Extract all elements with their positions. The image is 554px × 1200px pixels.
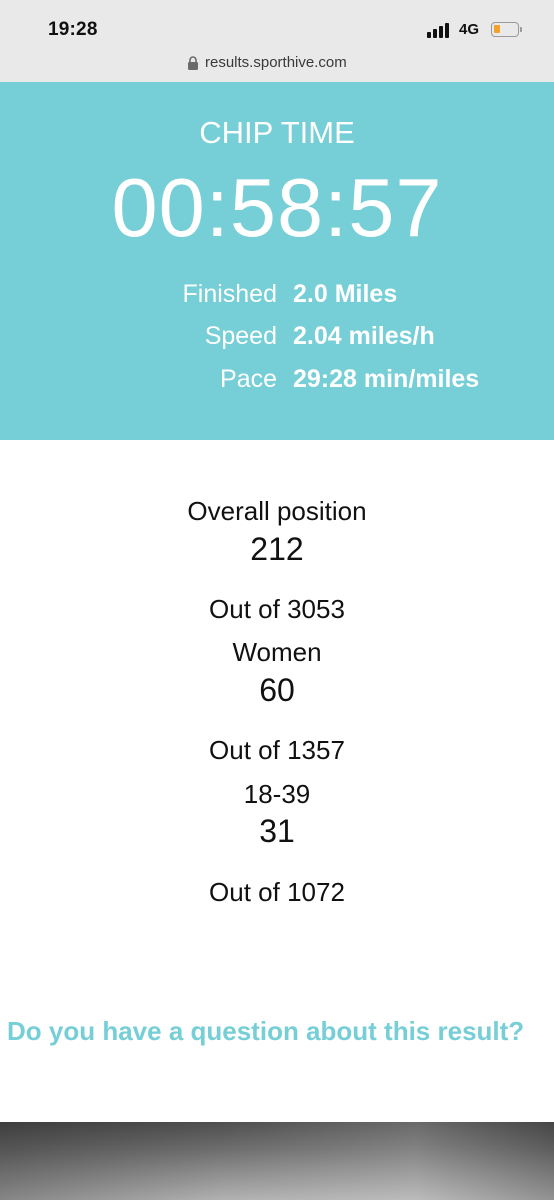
position-value-women: 60 — [259, 672, 295, 708]
position-out-of-age-group: Out of 1072 — [209, 877, 345, 907]
position-label-overall: Overall position — [187, 496, 367, 526]
position-label-women: Women — [232, 637, 322, 667]
stat-label: Pace — [220, 365, 277, 393]
stat-value: 29:28 min/miles — [293, 365, 480, 393]
cellular-signal-icon — [427, 22, 453, 38]
battery-tip — [520, 27, 522, 32]
chip-time-label: CHIP TIME — [199, 115, 355, 150]
position-out-of-overall: Out of 3053 — [209, 594, 345, 624]
question-link[interactable]: Do you have a question about this result… — [7, 1016, 554, 1047]
position-value-age-group: 31 — [259, 813, 295, 849]
url-bar[interactable]: results.sporthive.com — [0, 46, 554, 82]
status-bar: 19:28 4G — [0, 0, 554, 46]
lock-icon — [188, 56, 198, 70]
stat-value: 2.04 miles/h — [293, 322, 435, 350]
stat-row-speed: Speed 2.04 miles/h — [0, 322, 554, 356]
status-time: 19:28 — [48, 19, 98, 40]
position-label-age-group: 18-39 — [243, 779, 311, 809]
background-photo — [0, 1122, 554, 1200]
chip-time-panel: CHIP TIME 00:58:57 Finished 2.0 Miles Sp… — [0, 82, 554, 440]
network-type: 4G — [459, 21, 480, 38]
stat-label: Finished — [182, 280, 278, 308]
stat-value: 2.0 Miles — [293, 280, 398, 308]
battery-icon — [491, 22, 519, 37]
stat-label: Speed — [204, 322, 277, 350]
stat-row-pace: Pace 29:28 min/miles — [0, 365, 554, 399]
chip-time-value: 00:58:57 — [111, 161, 443, 254]
position-value-overall: 212 — [250, 531, 304, 567]
stat-row-finished: Finished 2.0 Miles — [0, 280, 554, 314]
position-out-of-women: Out of 1357 — [209, 735, 345, 765]
url-text[interactable]: results.sporthive.com — [205, 54, 347, 71]
battery-level — [494, 25, 500, 33]
